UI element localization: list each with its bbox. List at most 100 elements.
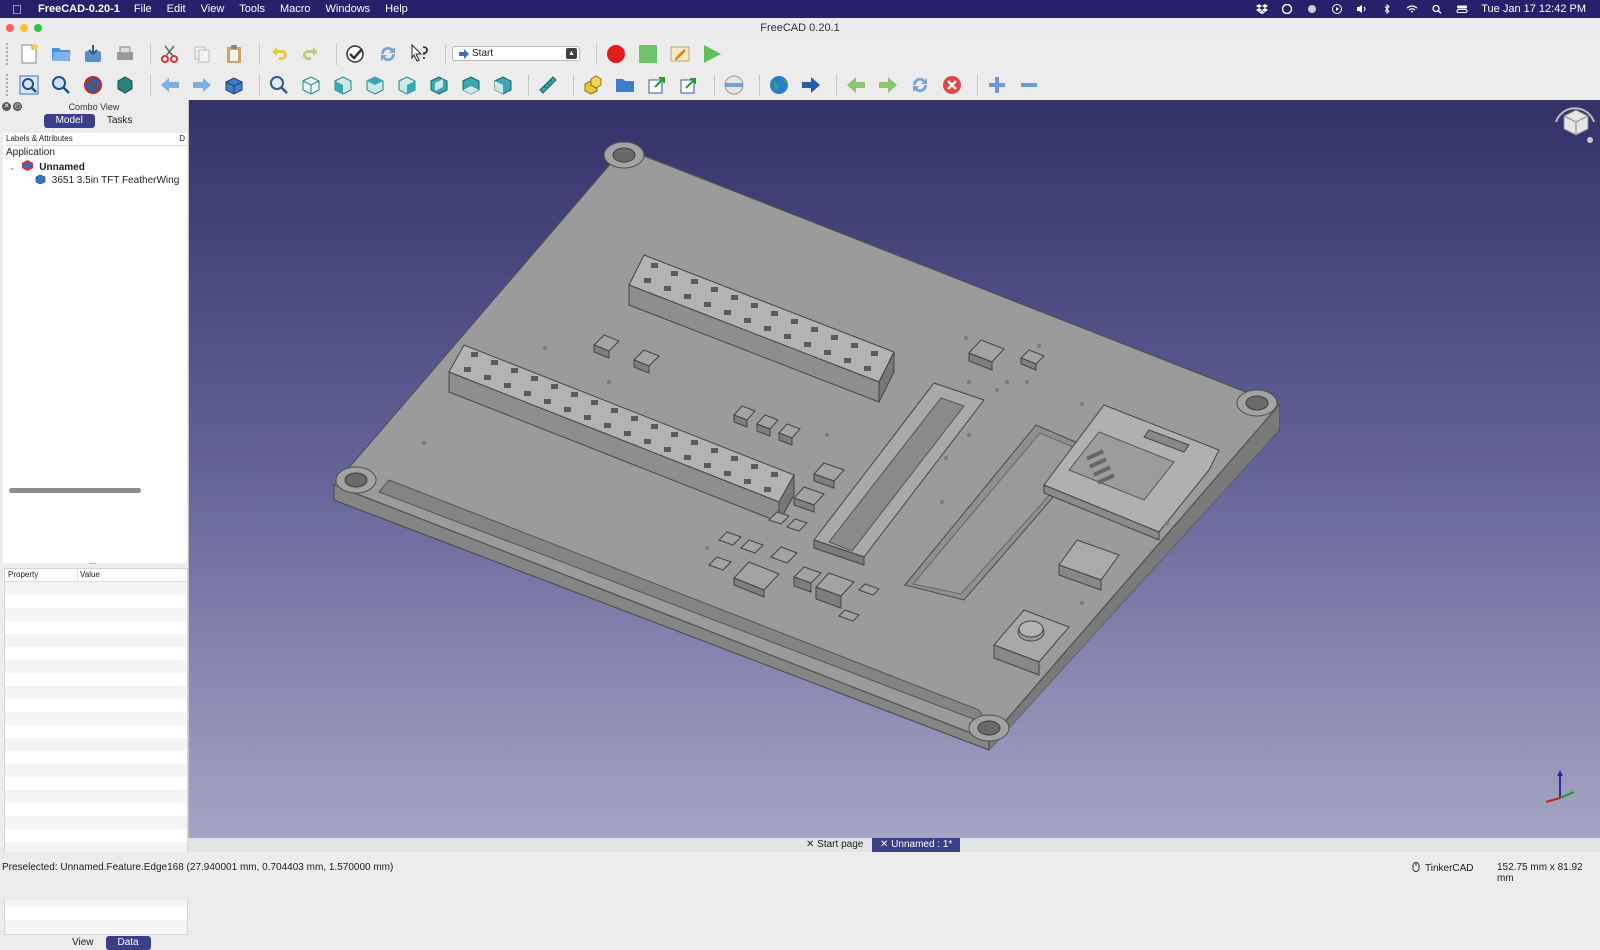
view-isometric-button[interactable]: [298, 73, 324, 97]
web-stop-button[interactable]: [939, 73, 965, 97]
macro-edit-button[interactable]: [667, 42, 693, 66]
undo-button[interactable]: [266, 42, 292, 66]
dropbox-icon[interactable]: [1256, 4, 1269, 14]
play-circle-icon[interactable]: [1331, 4, 1343, 14]
view-bottom-button[interactable]: [458, 73, 484, 97]
apple-icon[interactable]: : [12, 2, 26, 17]
fit-selection-button[interactable]: [48, 73, 74, 97]
pcb-model-render[interactable]: [189, 100, 1600, 852]
zoom-button[interactable]: [266, 73, 292, 97]
menu-view[interactable]: View: [201, 3, 225, 15]
menu-edit[interactable]: Edit: [167, 3, 186, 15]
property-header: Property Value: [5, 569, 187, 582]
menu-windows[interactable]: Windows: [326, 3, 371, 15]
toolbar-separator: [259, 73, 260, 96]
tree-document-label: Unnamed: [39, 162, 85, 173]
chevron-down-icon[interactable]: ⌄: [9, 163, 16, 172]
make-link-button[interactable]: [644, 73, 670, 97]
volume-icon[interactable]: [1356, 4, 1368, 14]
view-back-button[interactable]: [157, 73, 183, 97]
close-tab-icon[interactable]: ✕: [806, 839, 817, 850]
cut-button[interactable]: [157, 42, 183, 66]
control-center-icon[interactable]: [1456, 4, 1468, 14]
zoom-out-button[interactable]: [1016, 73, 1042, 97]
link-actions-button[interactable]: [676, 73, 702, 97]
tab-model[interactable]: Model: [43, 114, 95, 128]
measure-distance-button[interactable]: [535, 73, 561, 97]
new-document-button[interactable]: [16, 42, 42, 66]
menu-macro[interactable]: Macro: [280, 3, 311, 15]
float-panel-icon[interactable]: ◴: [13, 102, 22, 111]
close-tab-icon[interactable]: ✕: [880, 839, 891, 850]
navigation-style-selector[interactable]: TinkerCAD: [1412, 862, 1474, 874]
model-tree[interactable]: Labels & Attributes D Application ⌄ Unna…: [3, 133, 187, 563]
menu-help[interactable]: Help: [385, 3, 408, 15]
close-panel-icon[interactable]: ✕: [2, 102, 11, 111]
web-next-button[interactable]: [875, 73, 901, 97]
create-group-button[interactable]: [612, 73, 638, 97]
creative-cloud-icon[interactable]: [1281, 4, 1293, 14]
tree-document-unnamed[interactable]: ⌄ Unnamed: [3, 160, 187, 174]
app-menu[interactable]: FreeCAD-0.20-1: [38, 3, 120, 15]
spotlight-search-icon[interactable]: [1431, 4, 1443, 14]
redo-button[interactable]: [298, 42, 324, 66]
macro-run-button[interactable]: [699, 42, 725, 66]
tab-view[interactable]: View: [60, 936, 106, 950]
section-plane-button[interactable]: [721, 73, 747, 97]
tab-tasks[interactable]: Tasks: [95, 114, 145, 128]
status-dot-icon[interactable]: [1306, 4, 1318, 14]
copy-button[interactable]: [189, 42, 215, 66]
view-left-button[interactable]: [490, 73, 516, 97]
menubar-clock[interactable]: Tue Jan 17 12:42 PM: [1481, 3, 1586, 15]
tab-start-page[interactable]: ✕ Start page: [798, 838, 871, 852]
status-bar: Preselected: Unnamed.Feature.Edge168 (27…: [0, 852, 1600, 900]
paste-button[interactable]: [221, 42, 247, 66]
checkmark-badge-icon: [346, 44, 364, 63]
zoom-icon: [270, 75, 288, 94]
tree-root-application[interactable]: Application: [3, 146, 187, 160]
create-part-button[interactable]: [580, 73, 606, 97]
toolbar-grip[interactable]: [6, 42, 12, 65]
bounding-box-button[interactable]: [112, 73, 138, 97]
whats-this-button[interactable]: [407, 42, 433, 66]
tree-horizontal-scrollbar[interactable]: [9, 488, 141, 493]
zoom-in-button[interactable]: [984, 73, 1010, 97]
navigation-cube-icon[interactable]: [1550, 100, 1600, 148]
tree-object-featherwing[interactable]: 3651 3.5in TFT FeatherWing: [3, 174, 187, 188]
draw-style-button[interactable]: [80, 73, 106, 97]
fit-all-button[interactable]: [16, 73, 42, 97]
menu-tools[interactable]: Tools: [239, 3, 265, 15]
view-forward-button[interactable]: [189, 73, 215, 97]
macro-stop-button[interactable]: [635, 42, 661, 66]
web-refresh-button[interactable]: [907, 73, 933, 97]
web-browser-button[interactable]: [766, 73, 792, 97]
tab-data[interactable]: Data: [105, 936, 151, 950]
menu-file[interactable]: File: [134, 3, 152, 15]
tab-unnamed-document[interactable]: ✕ Unnamed : 1*: [872, 838, 961, 852]
minimize-window-button[interactable]: [20, 24, 28, 32]
zoom-window-button[interactable]: [34, 24, 42, 32]
standard-views-button[interactable]: [221, 73, 247, 97]
stop-icon: [639, 44, 657, 63]
document-tab-bar: ✕ Start page ✕ Unnamed : 1*: [188, 838, 1600, 852]
web-back-button[interactable]: [843, 73, 869, 97]
view-top-button[interactable]: [362, 73, 388, 97]
workbench-selector[interactable]: Start ▲: [452, 46, 580, 61]
recompute-button[interactable]: [375, 42, 401, 66]
view-rear-button[interactable]: [426, 73, 452, 97]
save-document-button[interactable]: [80, 42, 106, 66]
bluetooth-icon[interactable]: [1381, 4, 1393, 14]
wifi-icon[interactable]: [1406, 4, 1418, 14]
open-document-button[interactable]: [48, 42, 74, 66]
splitter-handle[interactable]: [90, 563, 96, 567]
toolbar-grip[interactable]: [6, 73, 12, 96]
macro-record-button[interactable]: [603, 42, 629, 66]
web-forward-button[interactable]: [798, 73, 824, 97]
refresh-recompute-button[interactable]: [343, 42, 369, 66]
close-window-button[interactable]: [6, 24, 14, 32]
print-button[interactable]: [112, 42, 138, 66]
3d-viewport[interactable]: [189, 100, 1600, 852]
chevron-updown-icon: ▲: [566, 48, 577, 59]
view-right-button[interactable]: [394, 73, 420, 97]
view-front-button[interactable]: [330, 73, 356, 97]
